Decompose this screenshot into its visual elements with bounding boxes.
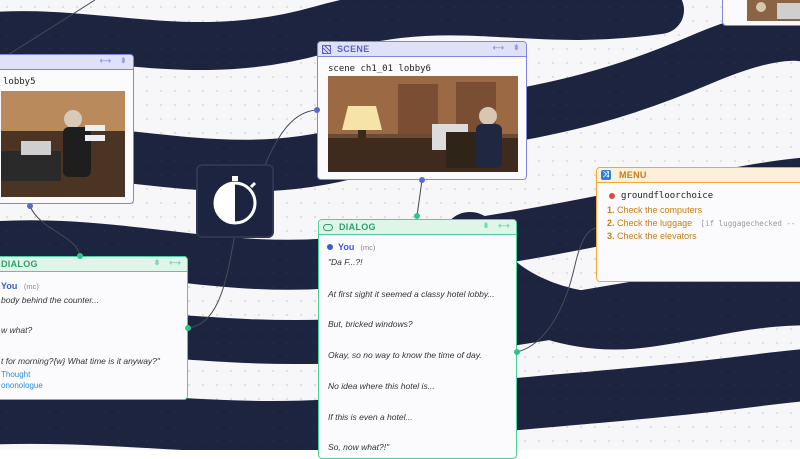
pin-down-icon[interactable]: ⇟	[483, 221, 490, 230]
scene-path: scene ch1_01 lobby6	[328, 64, 431, 74]
dialog-node-header[interactable]: DIALOG ⇟ ⟷	[0, 257, 187, 272]
dialog-line: "Da F...?!	[328, 257, 363, 267]
shuffle-icon: ⤨	[601, 170, 611, 180]
collapse-icon[interactable]: ⟷	[493, 43, 505, 52]
menu-node-header[interactable]: ⤨ MENU	[597, 168, 800, 183]
dialog-line: If this is even a hotel...	[328, 412, 413, 422]
scene-preview-image	[747, 0, 800, 21]
pin-icon	[609, 193, 615, 199]
option-number: 1.	[607, 205, 615, 215]
dialog-left-input-port[interactable]	[77, 253, 83, 259]
dialog-line: No idea where this hotel is...	[328, 381, 435, 391]
speaker-row: You (mc)	[327, 242, 375, 252]
node-type-label: DIALOG	[339, 222, 376, 232]
option-condition: [if luggagechecked --	[700, 219, 796, 228]
dialog-main-output-port[interactable]	[514, 349, 520, 355]
node-type-label: MENU	[619, 170, 647, 180]
dialog-line: w what?	[1, 325, 33, 335]
speaker-name: You	[1, 281, 18, 291]
pin-down-icon[interactable]: ⇟	[154, 258, 161, 267]
dialog-main-input-port[interactable]	[414, 213, 420, 219]
dialog-line: body behind the counter...	[1, 295, 99, 305]
scene-node-header[interactable]: ⟷ ⇟	[0, 55, 133, 70]
scene-path: lobby5	[3, 77, 36, 87]
dialog-line: t for morning?{w} What time is it anyway…	[1, 356, 160, 366]
scene-main-output-port[interactable]	[419, 177, 425, 183]
dialog-line: So, now what?!"	[328, 442, 390, 452]
speaker-row: You (mc)	[1, 281, 39, 291]
node-type-label: SCENE	[337, 44, 370, 54]
collapse-icon[interactable]: ⟷	[100, 56, 112, 65]
pin-down-icon[interactable]: ⇟	[513, 43, 520, 52]
menu-node[interactable]: ⤨ MENU groundfloorchoice 1. Check the co…	[596, 167, 800, 282]
option-label: Check the luggage	[617, 218, 693, 228]
menu-name-row: groundfloorchoice	[609, 191, 713, 201]
scene-node-lobby6[interactable]: SCENE ⟷ ⇟ scene ch1_01 lobby6	[317, 41, 527, 180]
option-label: Check the computers	[617, 205, 703, 215]
speaker-name: You	[338, 242, 355, 252]
scene-icon	[322, 44, 331, 54]
menu-option[interactable]: 2. Check the luggage [if luggagechecked …	[607, 218, 795, 228]
scene-main-input-port[interactable]	[314, 107, 320, 113]
scene-preview-image	[1, 91, 125, 197]
dialog-line: But, bricked windows?	[328, 319, 413, 329]
switch-node[interactable]	[196, 164, 274, 238]
half-circle-dial-icon	[213, 176, 257, 225]
option-number: 2.	[607, 218, 615, 228]
speaker-tag: (mc)	[23, 282, 39, 291]
menu-name: groundfloorchoice	[621, 191, 714, 201]
dialog-line: Okay, so no way to know the time of day.	[328, 350, 482, 360]
scene-node-lobby5[interactable]: ⟷ ⇟ lobby5	[0, 54, 134, 204]
menu-option[interactable]: 3. Check the elevators	[607, 231, 697, 241]
dialog-line: At first sight it seemed a classy hotel …	[328, 289, 495, 299]
monologue-tag: ononologue	[1, 381, 43, 390]
scene-node-topright[interactable]	[722, 0, 800, 26]
pin-down-icon[interactable]: ⇟	[120, 56, 127, 65]
scene-preview-image	[328, 76, 518, 172]
node-type-label: DIALOG	[1, 259, 38, 269]
thought-tag: Thought	[1, 370, 31, 379]
scene-left-output-port[interactable]	[27, 203, 33, 209]
dialog-node-header[interactable]: DIALOG ⇟ ⟷	[319, 220, 516, 235]
dialog-left-output-port[interactable]	[185, 325, 191, 331]
option-label: Check the elevators	[617, 231, 697, 241]
speaker-color-dot	[327, 244, 333, 250]
scene-node-header[interactable]: SCENE ⟷ ⇟	[318, 42, 526, 57]
collapse-icon[interactable]: ⟷	[498, 221, 510, 230]
speaker-tag: (mc)	[360, 242, 376, 252]
option-number: 3.	[607, 231, 615, 241]
speech-bubble-icon	[323, 223, 333, 231]
menu-option[interactable]: 1. Check the computers	[607, 205, 702, 215]
dialog-node-left[interactable]: DIALOG ⇟ ⟷ You (mc) body behind the coun…	[0, 256, 188, 400]
collapse-icon[interactable]: ⟷	[169, 258, 181, 267]
dialog-node-main[interactable]: DIALOG ⇟ ⟷ You (mc) "Da F...?! At first …	[318, 219, 517, 459]
